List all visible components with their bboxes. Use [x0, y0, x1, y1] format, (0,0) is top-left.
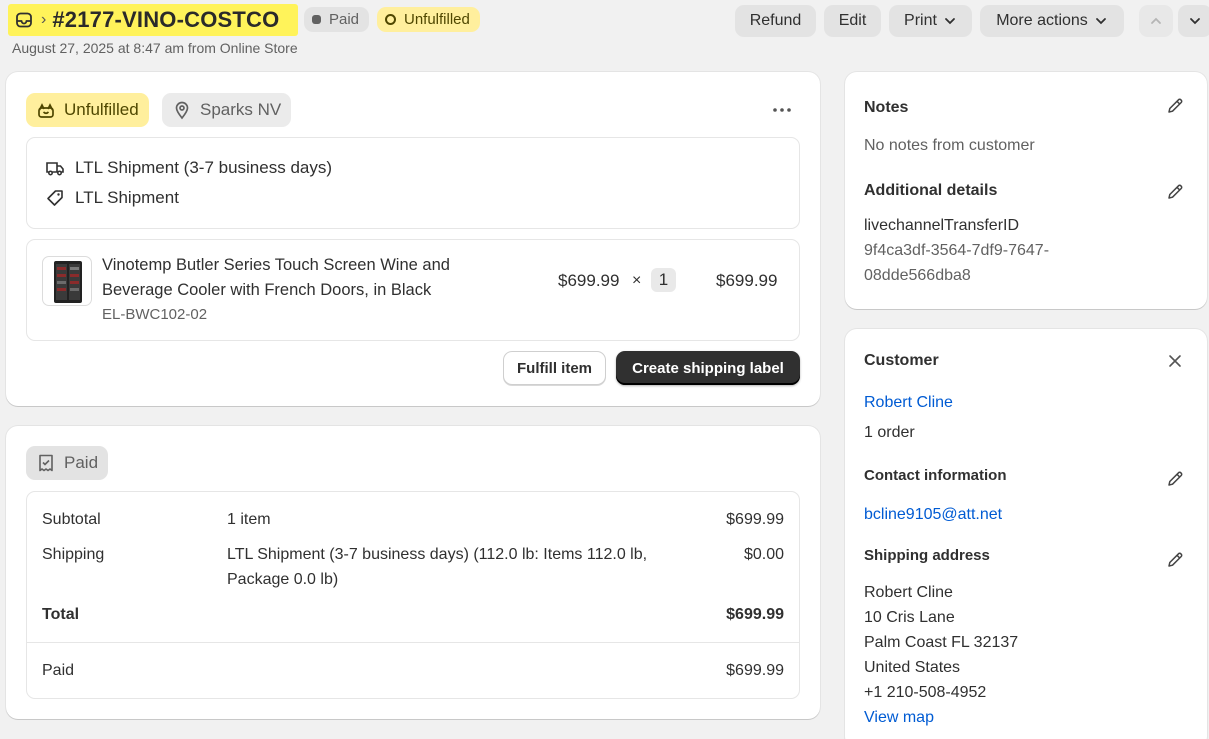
- edit-button[interactable]: Edit: [824, 5, 881, 37]
- subtotal-desc: 1 item: [227, 511, 271, 528]
- paid-dot-icon: [312, 15, 321, 24]
- quantity-badge: 1: [651, 268, 676, 292]
- paid-label: Paid: [42, 662, 75, 679]
- inbox-icon: [15, 10, 35, 30]
- details-value-line1: 9f4ca3df-3564-7df9-7647-: [864, 242, 1050, 259]
- customer-card: Customer Robert Cline 1 order Contact in…: [845, 329, 1207, 739]
- payment-status-badge: Paid: [304, 7, 370, 32]
- notes-card: Notes No notes from customer Additional …: [845, 72, 1207, 309]
- chevron-right-icon: ›: [41, 11, 47, 28]
- edit-icon[interactable]: [1165, 550, 1185, 575]
- address-city: Palm Coast FL 32137: [864, 634, 1019, 651]
- print-button[interactable]: Print: [889, 5, 972, 37]
- chevron-down-icon: [1190, 18, 1200, 25]
- fulfillment-icon: [38, 103, 54, 118]
- next-order-button[interactable]: [1178, 5, 1209, 37]
- shipping-value: $0.00: [743, 546, 784, 563]
- previous-order-button[interactable]: [1139, 5, 1173, 37]
- order-title-highlight: › #2177-VINO-COSTCO: [8, 4, 298, 36]
- receipt-icon: [39, 454, 53, 472]
- chevron-down-icon: [945, 18, 955, 25]
- tag-icon: [47, 190, 63, 206]
- shipping-method-box: LTL Shipment (3-7 business days) LTL Shi…: [26, 137, 800, 229]
- details-key: livechannelTransferID: [864, 217, 1020, 234]
- customer-name-link[interactable]: Robert Cline: [864, 394, 953, 412]
- shipping-label: Shipping: [42, 546, 105, 563]
- shipping-tag-row: LTL Shipment: [45, 188, 179, 208]
- notes-text: No notes from customer: [864, 137, 1035, 154]
- total-value: $699.99: [726, 606, 784, 623]
- times-sign: ×: [632, 272, 642, 289]
- edit-icon[interactable]: [1165, 182, 1185, 207]
- address-country: United States: [864, 659, 961, 676]
- product-title-line2[interactable]: Beverage Cooler with French Doors, in Bl…: [102, 281, 431, 300]
- customer-email-link[interactable]: bcline9105@att.net: [864, 506, 1002, 524]
- address-name: Robert Cline: [864, 584, 953, 601]
- order-title: #2177-VINO-COSTCO: [52, 7, 280, 32]
- unit-price: $699.99: [558, 271, 620, 290]
- print-button-label: Print: [904, 12, 937, 29]
- product-sku: EL-BWC102-02: [102, 306, 208, 323]
- customer-title: Customer: [864, 352, 939, 369]
- additional-details-title: Additional details: [864, 182, 998, 199]
- paid-status-label: Paid: [64, 453, 99, 472]
- shipping-method-label: LTL Shipment (3-7 business days): [75, 158, 333, 177]
- unfulfilled-status-label: Unfulfilled: [64, 100, 139, 119]
- page-header: › #2177-VINO-COSTCO Paid Unfulfilled Aug…: [0, 0, 1209, 66]
- refund-button[interactable]: Refund: [735, 5, 816, 37]
- edit-icon[interactable]: [1165, 469, 1185, 494]
- fulfillment-status-badge: Unfulfilled: [377, 7, 480, 32]
- shipping-desc-line1: LTL Shipment (3-7 business days) (112.0 …: [227, 546, 648, 563]
- location-label: Sparks NV: [200, 100, 282, 119]
- fulfill-item-button[interactable]: Fulfill item: [503, 351, 606, 385]
- view-map-link[interactable]: View map: [864, 709, 934, 727]
- customer-orders-count: 1 order: [864, 424, 915, 441]
- subtotal-label: Subtotal: [42, 511, 101, 528]
- chevron-up-icon: [1151, 17, 1161, 24]
- chevron-down-icon: [1095, 18, 1106, 25]
- unfulfilled-ring-icon: [385, 14, 396, 25]
- edit-icon[interactable]: [1165, 96, 1185, 121]
- address-phone: +1 210-508-4952: [864, 684, 987, 701]
- payment-status-label: Paid: [329, 11, 360, 28]
- shipping-address-title: Shipping address: [864, 547, 990, 564]
- summary-divider: [27, 642, 799, 643]
- subtotal-value: $699.99: [726, 511, 784, 528]
- address-street: 10 Cris Lane: [864, 609, 955, 626]
- contact-info-title: Contact information: [864, 467, 1007, 484]
- create-shipping-label-button[interactable]: Create shipping label: [616, 351, 800, 385]
- line-total: $699.99: [716, 271, 778, 290]
- more-horizontal-icon[interactable]: [770, 100, 794, 125]
- shipping-desc-line2: Package 0.0 lb): [227, 571, 339, 588]
- fulfillment-card: Unfulfilled Sparks NV LTL Shipment (3-7 …: [6, 72, 820, 406]
- total-label: Total: [42, 606, 80, 623]
- payment-card: Paid Subtotal 1 item $699.99 Shipping LT…: [6, 426, 820, 719]
- fulfillment-status-label: Unfulfilled: [404, 11, 470, 28]
- product-thumbnail[interactable]: [42, 256, 92, 306]
- order-subtitle: August 27, 2025 at 8:47 am from Online S…: [12, 40, 298, 56]
- unfulfilled-status-pill: Unfulfilled: [26, 93, 149, 127]
- details-value-line2: 08dde566dba8: [864, 267, 971, 284]
- notes-title: Notes: [864, 99, 909, 116]
- line-item-box: Vinotemp Butler Series Touch Screen Wine…: [26, 239, 800, 341]
- shipping-tag-label: LTL Shipment: [75, 188, 179, 207]
- product-title-line1[interactable]: Vinotemp Butler Series Touch Screen Wine…: [102, 256, 450, 275]
- paid-value: $699.99: [726, 662, 784, 679]
- paid-status-pill: Paid: [26, 446, 109, 480]
- location-pill: Sparks NV: [162, 93, 292, 127]
- more-actions-button[interactable]: More actions: [980, 5, 1124, 37]
- more-actions-label: More actions: [996, 12, 1088, 29]
- shipping-method-row: LTL Shipment (3-7 business days): [45, 158, 332, 178]
- payment-summary-box: Subtotal 1 item $699.99 Shipping LTL Shi…: [26, 491, 800, 699]
- truck-icon: [46, 162, 64, 176]
- location-pin-icon: [175, 101, 189, 120]
- close-icon[interactable]: [1167, 353, 1183, 374]
